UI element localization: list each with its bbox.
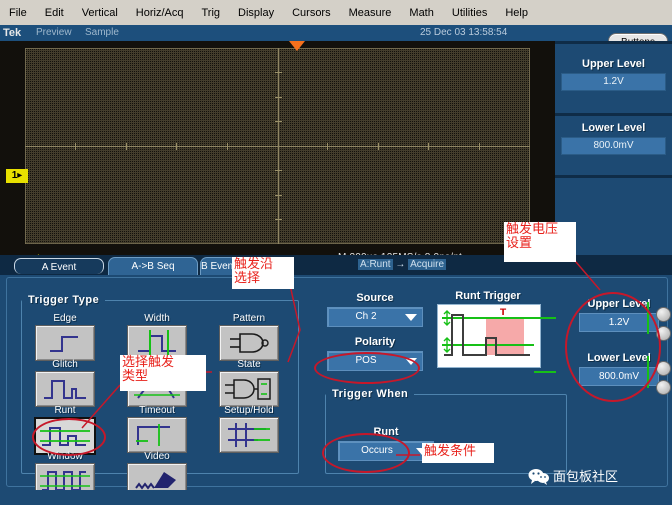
menu-item-edit[interactable]: Edit <box>36 5 73 21</box>
source-dropdown[interactable]: Ch 2 <box>327 307 423 327</box>
trigger-type-pattern[interactable]: Pattern <box>218 312 280 361</box>
graticule-center-v-axis <box>278 48 279 244</box>
annotation-trigger-condition: 触发条件 <box>422 443 494 463</box>
trigger-type-edge-label: Edge <box>34 312 96 325</box>
acquisition-mode: Sample <box>85 27 119 38</box>
trigger-position-marker[interactable] <box>289 41 305 51</box>
trigger-type-timeout-label: Timeout <box>126 404 188 417</box>
menu-bar: File Edit Vertical Horiz/Acq Trig Displa… <box>0 0 672 26</box>
annotation-trigger-edge: 触发沿 选择 <box>232 257 294 289</box>
trigger-type-glitch[interactable]: Glitch <box>34 358 96 407</box>
side-lower-level[interactable]: Lower Level 800.0mV <box>561 122 666 155</box>
svg-text:T: T <box>500 308 507 318</box>
menu-item-measure[interactable]: Measure <box>340 5 401 21</box>
timeout-icon[interactable] <box>127 417 187 453</box>
bottom-strip <box>0 490 672 505</box>
side-upper-level-label: Upper Level <box>561 58 666 70</box>
channel-1-ground-marker[interactable]: 1▸ <box>6 169 28 183</box>
menu-item-math[interactable]: Math <box>400 5 442 21</box>
wechat-icon <box>528 467 550 485</box>
menu-item-display[interactable]: Display <box>229 5 283 21</box>
trigger-type-width[interactable]: Width <box>126 312 188 361</box>
trigger-type-runt-label: Runt <box>34 404 96 417</box>
runt-waveform-graphic: T <box>438 305 538 365</box>
menu-item-vertical[interactable]: Vertical <box>73 5 127 21</box>
trigger-type-pattern-label: Pattern <box>218 312 280 325</box>
trigger-type-state[interactable]: State <box>218 358 280 407</box>
trigger-type-width-label: Width <box>126 312 188 325</box>
preview-status: Preview <box>36 27 72 38</box>
tab-a-event[interactable]: A Event <box>14 258 104 274</box>
annotation-ellipse-levels <box>565 292 661 402</box>
chevron-down-icon <box>405 314 417 321</box>
annotation-trigger-type-select: 选择触发 类型 <box>120 355 206 391</box>
waveform-display[interactable]: 1▸ Ch1 500mV M 200µs 125MS/s 8.0ns/pt A … <box>0 41 555 255</box>
source-value: Ch 2 <box>328 308 404 326</box>
side-lower-level-value[interactable]: 800.0mV <box>561 137 666 155</box>
watermark-text: 面包板社区 <box>553 466 618 485</box>
annotation-ellipse-polarity <box>314 352 420 384</box>
side-upper-level[interactable]: Upper Level 1.2V <box>561 58 666 91</box>
source-field: Source Ch 2 <box>327 292 423 327</box>
glitch-icon[interactable] <box>35 371 95 407</box>
menu-item-trig[interactable]: Trig <box>192 5 229 21</box>
runt-illustration-title: Runt Trigger <box>437 290 539 302</box>
trigger-type-setup-hold[interactable]: Setup/Hold <box>218 404 280 453</box>
watermark: 面包板社区 <box>528 466 618 485</box>
trigger-when-title: Trigger When <box>326 388 414 400</box>
graticule <box>25 48 530 244</box>
trigger-type-setup-hold-label: Setup/Hold <box>218 404 280 417</box>
trigger-type-title: Trigger Type <box>22 294 105 306</box>
menu-item-cursors[interactable]: Cursors <box>283 5 340 21</box>
state-icon[interactable] <box>219 371 279 407</box>
menu-item-utilities[interactable]: Utilities <box>443 5 496 21</box>
breadcrumb-arrow-icon: → <box>395 259 405 270</box>
source-label: Source <box>327 292 423 304</box>
setup-hold-icon[interactable] <box>219 417 279 453</box>
trigger-type-timeout[interactable]: Timeout <box>126 404 188 453</box>
trigger-type-glitch-label: Glitch <box>34 358 96 371</box>
trigger-type-edge[interactable]: Edge <box>34 312 96 361</box>
breadcrumb: A:Runt → Acquire <box>358 259 446 270</box>
tab-a-b-seq[interactable]: A->B Seq <box>108 257 198 275</box>
annotation-ellipse-trigger-when <box>322 433 410 473</box>
menu-item-file[interactable]: File <box>0 5 36 21</box>
knob-upper-a[interactable] <box>656 307 671 322</box>
trigger-type-state-label: State <box>218 358 280 371</box>
side-lower-level-label: Lower Level <box>561 122 666 134</box>
annotation-ellipse-runt-type <box>32 418 106 456</box>
menu-item-horiz-acq[interactable]: Horiz/Acq <box>127 5 193 21</box>
oscilloscope-app: File Edit Vertical Horiz/Acq Trig Displa… <box>0 0 672 505</box>
scope-status-bar: Tek Preview Sample 25 Dec 03 13:58:54 <box>0 25 672 41</box>
knob-lower-b[interactable] <box>656 380 671 395</box>
edge-icon[interactable] <box>35 325 95 361</box>
polarity-label: Polarity <box>327 336 423 348</box>
annotation-trigger-voltage: 触发电压 设置 <box>504 222 576 262</box>
side-upper-level-value[interactable]: 1.2V <box>561 73 666 91</box>
breadcrumb-current[interactable]: A:Runt <box>358 259 393 270</box>
datetime-readout: 25 Dec 03 13:58:54 <box>420 27 507 38</box>
breadcrumb-acquire[interactable]: Acquire <box>408 259 446 270</box>
tek-logo: Tek <box>3 27 21 39</box>
menu-item-help[interactable]: Help <box>496 5 537 21</box>
trigger-type-video-label: Video <box>126 450 188 463</box>
runt-trigger-illustration: T <box>437 304 541 368</box>
pattern-icon[interactable] <box>219 325 279 361</box>
